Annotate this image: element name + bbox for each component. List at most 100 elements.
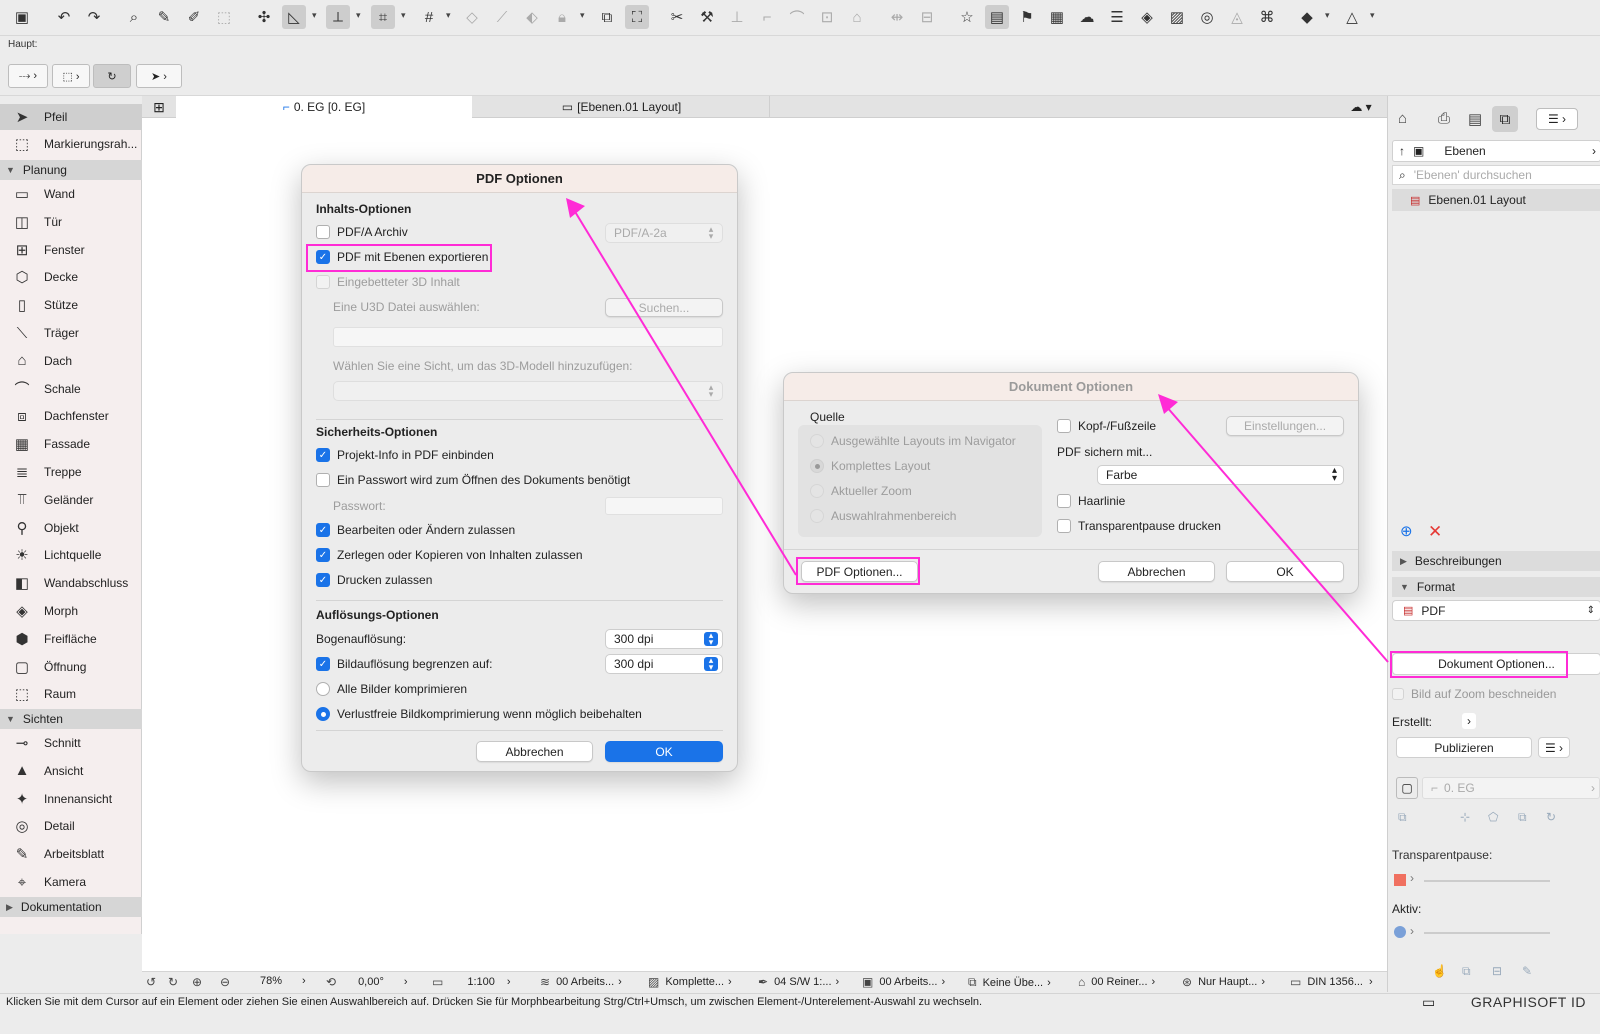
chevron-down-icon[interactable]: ▾ [356,10,361,21]
chevron-down-icon[interactable]: ▾ [1325,10,1330,21]
find-select-icon[interactable]: ⌕ [122,5,146,29]
section-format[interactable]: ▼ Format [1392,577,1600,597]
tool-wandabschluss[interactable]: ◧ Wandabschluss [0,570,142,596]
zoom-fit-icon[interactable]: ⊖ [220,975,236,989]
tag-icon[interactable]: ⌘ [1255,5,1279,29]
undo-zoom-icon[interactable]: ↺ [146,975,162,989]
tool-wand[interactable]: ▭ Wand [0,181,142,207]
structure-value[interactable]: ⊛ Nur Haupt... › [1182,975,1265,989]
section-descriptions[interactable]: ▶ Beschreibungen [1392,551,1600,571]
tool-dachfenster[interactable]: ⧈ Dachfenster [0,403,142,429]
chevron-right-icon[interactable]: › [1410,924,1414,938]
view-icon[interactable]: ◆ [1295,5,1319,29]
chevron-down-icon[interactable]: ▾ [446,10,451,21]
favorite-icon[interactable]: ☆ [955,5,979,29]
tool-oeffnung[interactable]: ▢ Öffnung [0,654,142,680]
curve-icon[interactable]: ⌒ [785,5,809,29]
project-map-icon[interactable]: ⌂ [1398,110,1407,127]
brand-logo[interactable]: GRAPHISOFT ID [1471,994,1586,1010]
tool-arbeitsblatt[interactable]: ✎ Arbeitsblatt [0,841,142,867]
link-icon[interactable]: ⧉ [1398,810,1407,825]
pointer-button[interactable]: ➤ › [136,64,182,88]
layers-icon[interactable]: ◈ [1135,5,1159,29]
projectinfo-checkbox[interactable]: ✓ Projekt-Info in PDF einbinden [316,448,494,462]
layout-book-icon[interactable]: ▤ [1468,110,1482,128]
frame-icon[interactable]: ▢ [1396,777,1418,799]
print-checkbox[interactable]: ✓ Drucken zulassen [316,573,432,587]
panel-menu-icon[interactable]: ☰ › [1536,108,1578,130]
syringe-icon[interactable]: ✐ [182,5,206,29]
selection-method-button[interactable]: ⬚ › [52,64,90,88]
lock-icon[interactable]: 🔒︎ [550,5,574,29]
publisher-icon[interactable]: ⧉ [1492,106,1518,132]
layer-combo-value[interactable]: ≋ 00 Arbeits... › [540,975,622,989]
doc-icon[interactable]: ▦ [1045,5,1069,29]
tool-raum[interactable]: ⬚ Raum [0,681,142,707]
publish-options-icon[interactable]: ☰ › [1538,737,1570,758]
chevron-down-icon[interactable]: ▾ [1370,10,1375,21]
eyedropper-icon[interactable]: ✎ [152,5,176,29]
override-value[interactable]: ⧉ Keine Übe... › [968,975,1051,990]
tool-objekt[interactable]: ⚲ Objekt [0,515,142,541]
hammer-icon[interactable]: ⚒ [695,5,719,29]
layout-value[interactable]: ▨ Komplette... › [648,975,732,989]
ok-button[interactable]: OK [1226,561,1344,582]
transparent-checkbox[interactable]: Transparentpause drucken [1057,519,1221,533]
group-planung[interactable]: ▼ Planung [0,160,142,180]
angle-value[interactable]: ⟲ 0,00° › [326,975,408,989]
transparency-slider[interactable] [1424,880,1550,882]
header-footer-checkbox[interactable]: Kopf-/Fußzeile [1057,419,1156,433]
flag-icon[interactable]: ⚑ [1015,5,1039,29]
chevron-down-icon[interactable]: ▾ [580,10,585,21]
lens-icon[interactable]: ◎ [1195,5,1219,29]
shape-icon[interactable]: △ [1340,5,1364,29]
image-limit-checkbox[interactable]: ✓ Bildauflösung begrenzen auf: [316,657,492,671]
cancel-button[interactable]: Abbrechen [1098,561,1215,582]
tool-markierungsrahmen[interactable]: ⬚ Markierungsrah... [0,131,142,157]
copy-checkbox[interactable]: ✓ Zerlegen oder Kopieren von Inhalten zul… [316,548,583,562]
tab-floor-plan[interactable]: ⌐ 0. EG [0. EG] [176,96,472,118]
zoom-in-icon[interactable]: ⊕ [192,975,208,989]
password-required-checkbox[interactable]: Ein Passwort wird zum Öffnen des Dokumen… [316,473,630,487]
tab-layout[interactable]: ▭ [Ebenen.01 Layout] [474,96,770,118]
scale-icon[interactable]: ⧉ [595,5,619,29]
refresh-icon[interactable]: ↻ [1546,810,1556,824]
elevate-icon[interactable]: ⊥ [725,5,749,29]
cloud-icon[interactable]: ☁ [1075,5,1099,29]
magic-wand-icon[interactable]: ⬚ [212,5,236,29]
tool-gelaender[interactable]: ⫪ Geländer [0,487,142,513]
explode-icon[interactable]: ⊡ [815,5,839,29]
save-icon[interactable]: ▣ [10,5,34,29]
tool-schale[interactable]: ⌒ Schale [0,376,142,402]
ok-button[interactable]: OK [605,741,723,762]
wall-tool-icon[interactable]: ⬖ [520,5,544,29]
hand-icon[interactable]: ☝ [1432,964,1447,978]
tool-dach[interactable]: ⌂ Dach [0,348,142,374]
monitor-icon[interactable]: ▭ [1422,994,1435,1011]
tool-pfeil[interactable]: ➤ Pfeil [0,104,142,130]
cancel-button[interactable]: Abbrechen [476,741,593,762]
guides-icon[interactable]: ⟂ [326,5,350,29]
scissors-icon[interactable]: ✂ [665,5,689,29]
tool-fenster[interactable]: ⊞ Fenster [0,237,142,263]
tool-treppe[interactable]: ≣ Treppe [0,459,142,485]
teamwork-icon[interactable]: ☰ [1105,5,1129,29]
pdfa-checkbox[interactable]: PDF/A Archiv [316,225,408,239]
copy-icon[interactable]: ⧉ [1518,810,1527,825]
grid-view-icon[interactable]: ⊞ [144,96,174,118]
split-icon[interactable]: ⊟ [1492,964,1502,978]
tool-ansicht[interactable]: ▲ Ansicht [0,758,142,784]
shape-icon[interactable]: ⬠ [1488,810,1498,824]
tab-options-icon[interactable]: ☁ ▾ [1340,96,1382,118]
chevron-down-icon[interactable]: ▾ [312,10,317,21]
chevron-right-icon[interactable]: › [1410,871,1414,885]
model-view-value[interactable]: ▣ 00 Arbeits... › [862,975,945,989]
dimension-value[interactable]: ▭ DIN 1356... › [1290,975,1373,989]
origin-icon[interactable]: ⊹ [1460,810,1470,824]
add-folder-icon[interactable]: ⊕ [1400,522,1413,540]
fit-selection-icon[interactable]: ⛶ [625,5,649,29]
fit-icon[interactable]: ✣ [252,5,276,29]
snap-icon[interactable]: ⌗ [371,5,395,29]
house-icon[interactable]: ⌂ [845,5,869,29]
renovation-value[interactable]: ⌂ 00 Reiner... › [1078,975,1155,989]
